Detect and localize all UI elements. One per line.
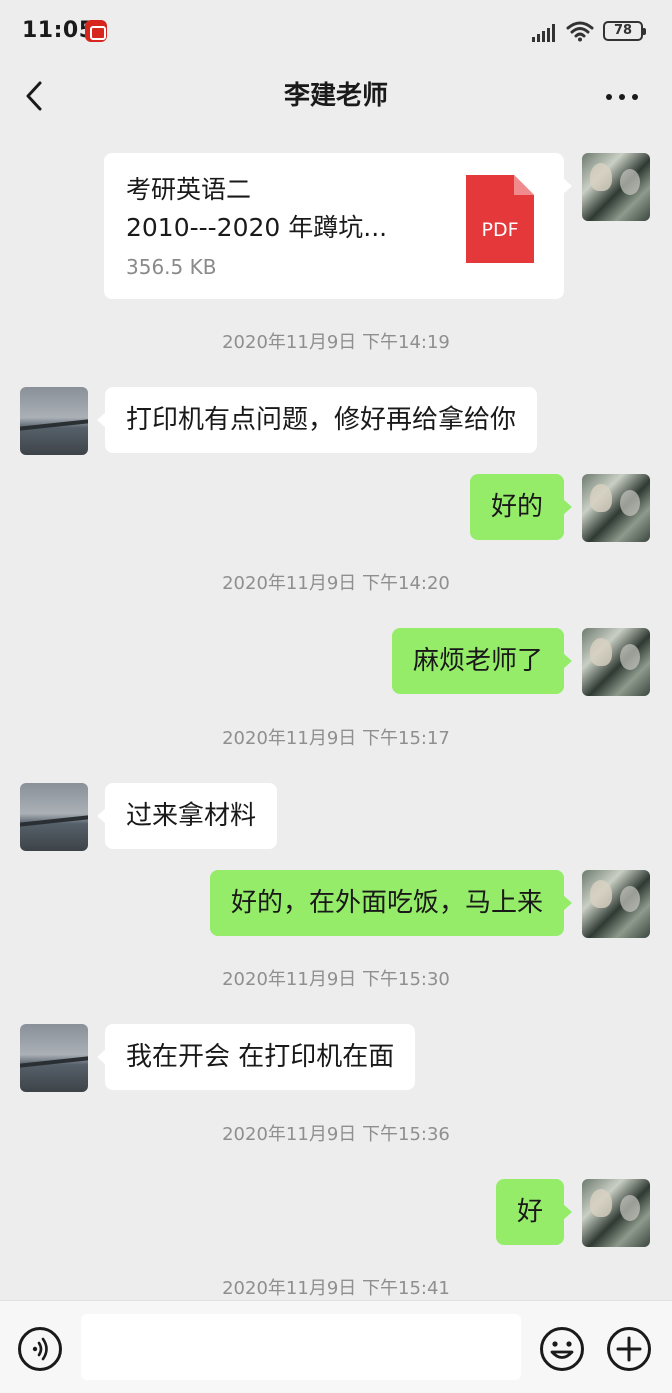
chat-title: 李建老师 — [283, 81, 388, 111]
my-avatar[interactable] — [582, 474, 650, 542]
incoming-message-bubble[interactable]: 打印机有点问题，修好再给拿给你 — [96, 387, 538, 453]
plus-button[interactable] — [606, 1326, 652, 1372]
battery-level: 78 — [613, 23, 633, 38]
file-name-line2: 2010---2020 年蹲坑... — [126, 213, 388, 242]
chat-header: 李建老师 — [0, 64, 672, 130]
file-message-card[interactable]: 考研英语二 2010---2020 年蹲坑... 356.5 KB PDF — [104, 153, 572, 299]
my-avatar[interactable] — [582, 1179, 650, 1247]
wifi-icon — [566, 20, 594, 42]
app-badge-icon — [85, 20, 107, 42]
plus-icon — [607, 1327, 651, 1371]
my-avatar[interactable] — [582, 870, 650, 938]
status-bar: 11:05 78 — [0, 0, 672, 64]
teacher-avatar[interactable] — [20, 387, 88, 455]
teacher-avatar[interactable] — [20, 783, 88, 851]
message-input[interactable] — [81, 1314, 521, 1380]
outgoing-message-bubble[interactable]: 麻烦老师了 — [391, 628, 573, 694]
signal-icon — [532, 22, 558, 42]
incoming-message-bubble[interactable]: 过来拿材料 — [96, 783, 278, 849]
outgoing-message-bubble[interactable]: 好的，在外面吃饭，马上来 — [209, 870, 573, 936]
more-button[interactable] — [600, 78, 644, 114]
message-timestamp: 2020年11月9日 下午15:30 — [222, 969, 450, 990]
emoji-icon — [540, 1327, 584, 1371]
my-avatar[interactable] — [582, 628, 650, 696]
voice-icon — [32, 1337, 48, 1361]
pdf-label: PDF — [481, 219, 518, 241]
teacher-avatar[interactable] — [20, 1024, 88, 1092]
status-time: 11:05 — [22, 18, 95, 43]
message-timestamp: 2020年11月9日 下午14:19 — [222, 332, 450, 353]
incoming-message-bubble[interactable]: 我在开会 在打印机在面 — [96, 1024, 416, 1090]
pdf-file-icon: PDF — [466, 175, 534, 263]
message-timestamp: 2020年11月9日 下午14:20 — [222, 573, 450, 594]
my-avatar[interactable] — [582, 153, 650, 221]
outgoing-message-bubble[interactable]: 好的 — [469, 474, 573, 540]
message-timestamp: 2020年11月9日 下午15:17 — [222, 728, 450, 749]
message-timestamp: 2020年11月9日 下午15:36 — [222, 1124, 450, 1145]
file-size: 356.5 KB — [126, 255, 217, 279]
emoji-button[interactable] — [539, 1326, 585, 1372]
voice-button[interactable] — [18, 1327, 62, 1371]
battery-icon: 78 — [603, 21, 646, 41]
outgoing-message-bubble[interactable]: 好 — [495, 1179, 573, 1245]
message-timestamp: 2020年11月9日 下午15:41 — [222, 1278, 450, 1299]
input-bar — [0, 1300, 672, 1393]
file-name-line1: 考研英语二 — [126, 175, 252, 204]
